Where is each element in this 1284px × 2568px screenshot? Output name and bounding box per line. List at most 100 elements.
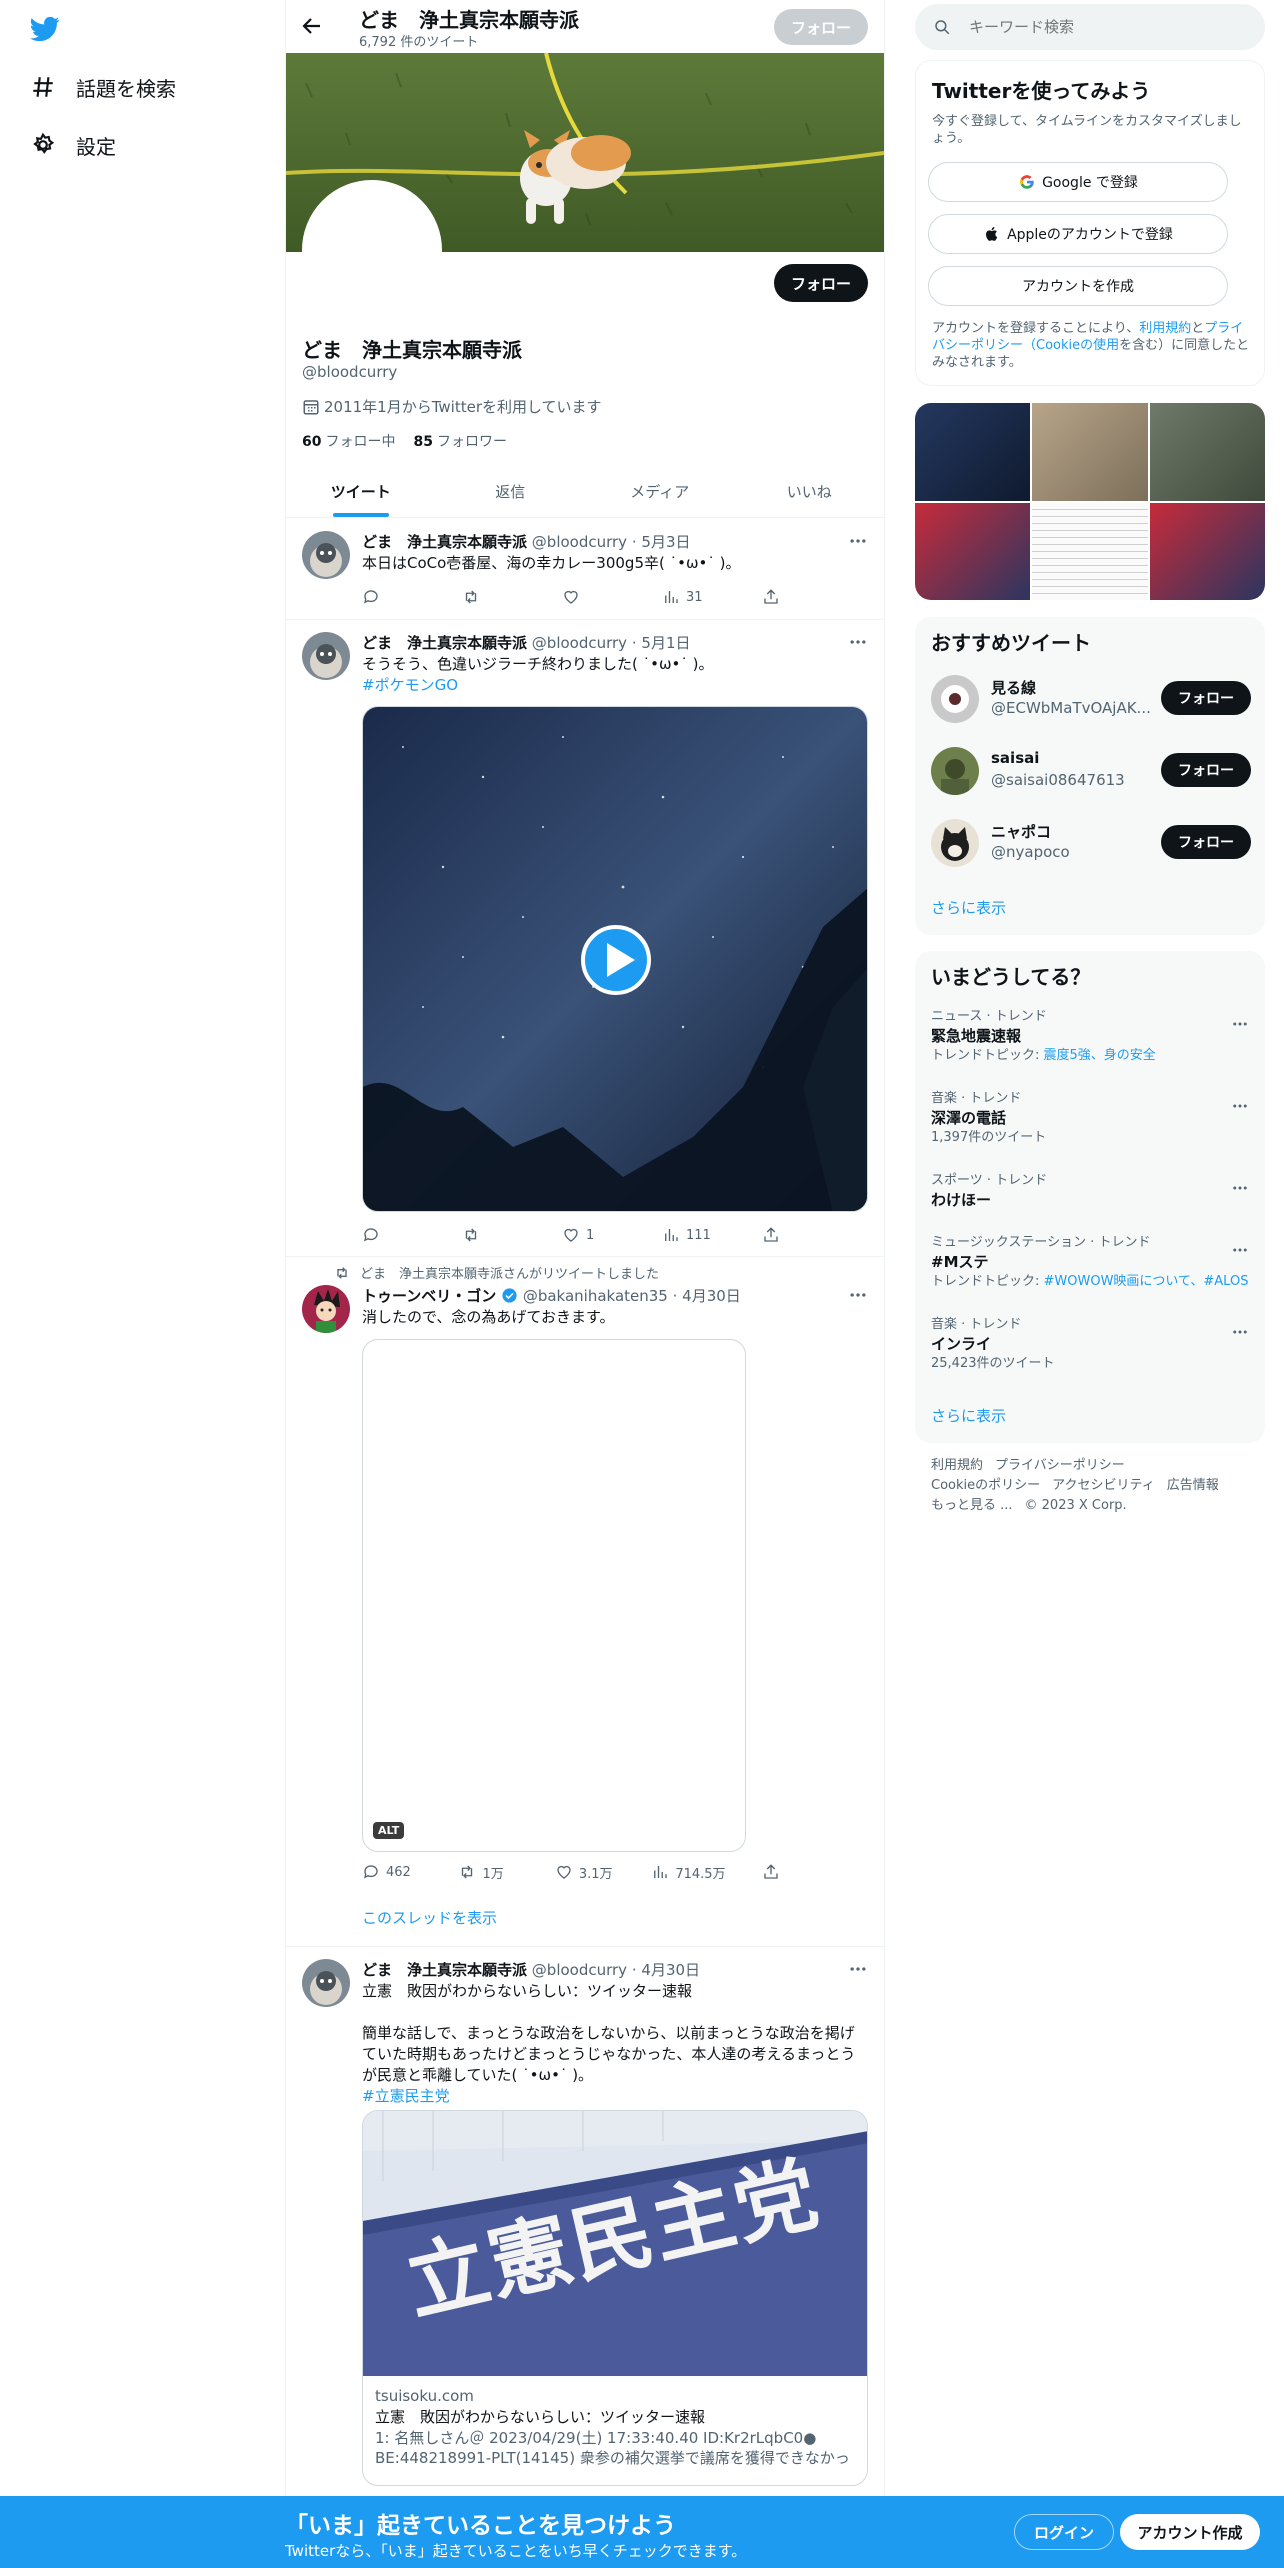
tweet-date[interactable]: · 5月1日 [632, 634, 691, 652]
trend-item[interactable]: スポーツ · トレンド わけほー [931, 1173, 1249, 1243]
tweet-date[interactable]: · 4月30日 [632, 1961, 700, 1979]
trend-item[interactable]: ニュース · トレンド 緊急地震速報 トレンドトピック: 震度5強、身の安全 [931, 1009, 1249, 1079]
header-follow-button[interactable]: フォロー [774, 9, 868, 45]
avatar[interactable] [931, 819, 979, 867]
reply-button[interactable]: 462 [362, 1862, 422, 1882]
following-link[interactable]: 60 フォロー中 [302, 431, 395, 451]
profile-avatar[interactable] [302, 180, 442, 320]
retweet-button[interactable] [462, 587, 522, 607]
footer-ads-link[interactable]: 広告情報 [1167, 1478, 1219, 1493]
follow-button[interactable]: フォロー [1161, 825, 1251, 859]
follow-button[interactable]: フォロー [1161, 681, 1251, 715]
footer-accessibility-link[interactable]: アクセシビリティ [1052, 1478, 1155, 1493]
show-thread-link[interactable]: このスレッドを表示 [362, 1907, 497, 1928]
more-icon[interactable] [848, 1959, 868, 1979]
avatar[interactable] [931, 675, 979, 723]
trend-item[interactable]: ミュージックステーション · トレンド #Mステ トレンドトピック: #WOWO… [931, 1235, 1249, 1305]
share-button[interactable] [762, 1225, 782, 1245]
footer-privacy-link[interactable]: プライバシーポリシー [995, 1458, 1125, 1473]
trend-topic-link[interactable]: 震度5強、身の安全 [1044, 1048, 1156, 1063]
views-button[interactable]: 714.5万 [651, 1862, 726, 1882]
create-account-button[interactable]: アカウントを作成 [928, 266, 1228, 306]
more-icon[interactable] [848, 531, 868, 551]
recommended-user[interactable]: ニャポコ @nyapoco フォロー [931, 815, 1251, 871]
google-signup-button[interactable]: Google で登録 [928, 162, 1228, 202]
reply-button[interactable] [362, 1225, 422, 1245]
avatar[interactable] [302, 531, 350, 579]
footer-more-link[interactable]: もっと見る ... [931, 1498, 1013, 1513]
tweet-image[interactable]: ALT [362, 1339, 746, 1852]
share-button[interactable] [762, 587, 782, 607]
tweet-author-handle[interactable]: @bloodcurry [532, 634, 627, 652]
tweet[interactable]: どま 浄土真宗本願寺派さんがリツイートしました トゥーンベリ・ゴン @bakan… [286, 1257, 884, 1947]
tab-media[interactable]: メディア [585, 465, 735, 517]
avatar[interactable] [302, 1959, 350, 2007]
tweet-date[interactable]: · 4月30日 [673, 1287, 741, 1305]
tweet[interactable]: どま 浄土真宗本願寺派 @bloodcurry · 4月30日 立憲 敗因がわか… [286, 1947, 884, 2496]
tweet[interactable]: どま 浄土真宗本願寺派 @bloodcurry · 5月3日 本日はCoCo壱番… [286, 519, 884, 620]
avatar[interactable] [302, 632, 350, 680]
more-icon[interactable] [1231, 1097, 1249, 1115]
tweet-author-handle[interactable]: @bloodcurry [532, 1961, 627, 1979]
back-arrow-icon[interactable] [300, 14, 324, 38]
footer-cookie-link[interactable]: Cookieのポリシー [931, 1478, 1040, 1493]
nav-explore[interactable]: 話題を検索 [30, 67, 176, 107]
retweet-button[interactable] [462, 1225, 522, 1245]
alt-badge[interactable]: ALT [373, 1822, 405, 1839]
signup-button[interactable]: アカウント作成 [1120, 2514, 1260, 2550]
reply-button[interactable] [362, 587, 422, 607]
views-button[interactable]: 31 [662, 587, 722, 607]
more-icon[interactable] [1231, 1015, 1249, 1033]
avatar[interactable] [302, 1285, 350, 1333]
more-icon[interactable] [1231, 1323, 1249, 1341]
share-button[interactable] [762, 1862, 782, 1882]
link-card[interactable]: 立憲民主党 tsuisoku.com 立憲 敗因がわからないらしい：ツイッター速… [362, 2110, 868, 2486]
more-icon[interactable] [1231, 1179, 1249, 1197]
tweet-author-handle[interactable]: @bloodcurry [532, 533, 627, 551]
show-more-link[interactable]: さらに表示 [931, 1405, 1006, 1426]
terms-link[interactable]: 利用規約 [1139, 321, 1191, 336]
views-button[interactable]: 111 [662, 1225, 722, 1245]
trend-topic-link[interactable]: #WOWOW映画について、#ALOS [1044, 1274, 1249, 1289]
retweeted-by-text[interactable]: どま 浄土真宗本願寺派さんがリツイートしました [360, 1263, 659, 1282]
footer-terms-link[interactable]: 利用規約 [931, 1458, 983, 1473]
media-thumbnail[interactable] [1149, 403, 1265, 501]
tweet-date[interactable]: · 5月3日 [632, 533, 691, 551]
hashtag-link[interactable]: #ポケモンGO [362, 675, 867, 696]
followers-link[interactable]: 85 フォロワー [413, 431, 506, 451]
twitter-logo-icon[interactable] [28, 14, 62, 44]
tweet-video[interactable] [362, 706, 868, 1212]
hashtag-link[interactable]: #立憲民主党 [362, 2086, 867, 2107]
tweet[interactable]: どま 浄土真宗本願寺派 @bloodcurry · 5月1日 そうそう、色違いジ… [286, 620, 884, 1257]
tweet-author-name[interactable]: どま 浄土真宗本願寺派 [362, 533, 527, 551]
search-input[interactable] [969, 18, 1239, 36]
tweet-author-name[interactable]: どま 浄土真宗本願寺派 [362, 1961, 527, 1979]
like-button[interactable] [562, 587, 622, 607]
apple-signup-button[interactable]: Appleのアカウントで登録 [928, 214, 1228, 254]
tweet-author-name[interactable]: トゥーンベリ・ゴン [362, 1287, 496, 1305]
trend-item[interactable]: 音楽 · トレンド 深澤の電話 1,397件のツイート [931, 1091, 1249, 1161]
more-icon[interactable] [848, 632, 868, 652]
media-thumbnail[interactable] [1032, 403, 1148, 501]
tab-tweets[interactable]: ツイート [286, 465, 436, 517]
tweet-author-name[interactable]: どま 浄土真宗本願寺派 [362, 634, 527, 652]
retweet-button[interactable]: 1万 [458, 1862, 518, 1882]
trend-item[interactable]: 音楽 · トレンド インライ 25,423件のツイート [931, 1317, 1249, 1387]
recommended-user[interactable]: 見る線 @ECWbMaTvOAjAK... フォロー [931, 671, 1251, 727]
tab-likes[interactable]: いいね [735, 465, 885, 517]
media-thumbnail[interactable] [915, 502, 1031, 600]
avatar[interactable] [931, 747, 979, 795]
media-thumbnail[interactable] [915, 403, 1031, 501]
media-thumbnail[interactable] [1149, 502, 1265, 600]
follow-button[interactable]: フォロー [1161, 753, 1251, 787]
tweet-author-handle[interactable]: @bakanihakaten35 [523, 1287, 668, 1305]
login-button[interactable]: ログイン [1014, 2514, 1114, 2550]
like-button[interactable]: 3.1万 [555, 1862, 615, 1882]
show-more-link[interactable]: さらに表示 [931, 897, 1006, 918]
nav-settings[interactable]: 設定 [30, 125, 116, 165]
profile-follow-button[interactable]: フォロー [774, 264, 868, 302]
media-thumbnail[interactable] [1032, 502, 1148, 600]
search-box[interactable] [915, 4, 1265, 50]
recommended-user[interactable]: saisai @saisai08647613 フォロー [931, 743, 1251, 799]
more-icon[interactable] [1231, 1241, 1249, 1259]
